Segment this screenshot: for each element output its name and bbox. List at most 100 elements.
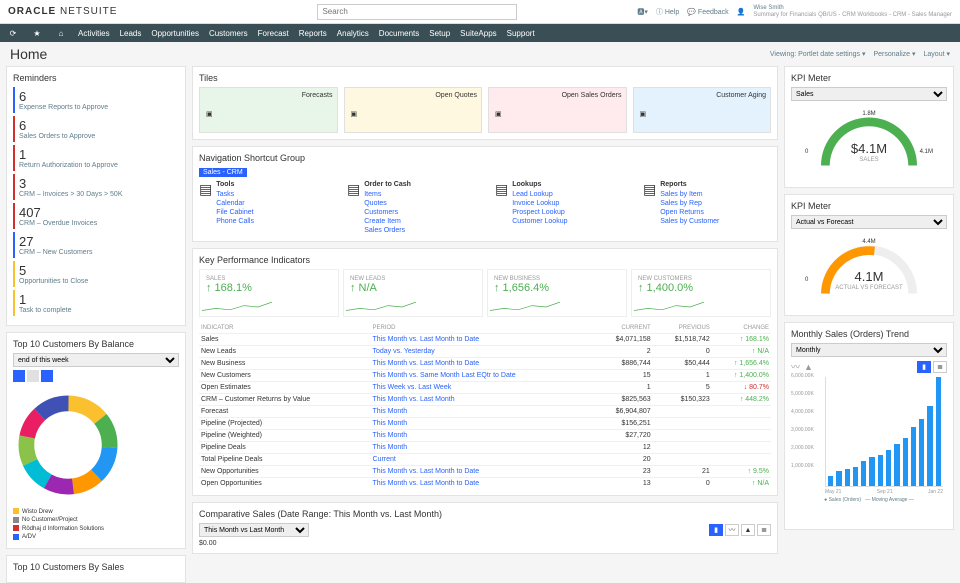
gauge2-top-label: 4.4M (862, 239, 875, 245)
tile-open-quotes[interactable]: Open Quotes▣ (344, 87, 483, 133)
nav-link[interactable]: Open Returns (660, 208, 719, 217)
nav-link[interactable]: Tasks (216, 190, 254, 199)
top10-balance-select[interactable]: end of this week (13, 353, 179, 367)
nav-link[interactable]: Customer Lookup (512, 217, 567, 226)
kpi-row[interactable]: Pipeline DealsThis Month12 (199, 442, 771, 454)
kpi-card[interactable]: Sales↑ 168.1% (199, 269, 339, 317)
nav-link[interactable]: Sales by Item (660, 190, 719, 199)
chart-type-donut-icon[interactable] (13, 370, 25, 382)
kpi-row[interactable]: New BusinessThis Month vs. Last Month to… (199, 358, 771, 370)
trend-bar (853, 467, 858, 486)
reminder-item[interactable]: 407CRM – Overdue Invoices (13, 203, 179, 229)
nav-link[interactable]: Customers (364, 208, 411, 217)
nav-shortcut-tag[interactable]: Sales - CRM (199, 168, 247, 177)
menu-activities[interactable]: Activities (78, 29, 110, 38)
menu-analytics[interactable]: Analytics (337, 29, 369, 38)
top10-balance-portlet: Top 10 Customers By Balance end of this … (6, 332, 186, 549)
nav-link[interactable]: Prospect Lookup (512, 208, 567, 217)
nav-link[interactable]: Calendar (216, 199, 254, 208)
kpi-card[interactable]: New Business↑ 1,656.4% (487, 269, 627, 317)
user-role-block[interactable]: Wise Smith Summary for Financials QB/US … (753, 5, 952, 18)
chart-line-icon[interactable]: 〰 (791, 360, 800, 373)
menu-opportunities[interactable]: Opportunities (151, 29, 199, 38)
nav-link[interactable]: Phone Calls (216, 217, 254, 226)
chart-type-bar-icon[interactable] (27, 370, 39, 382)
kpi-th: Indicator (199, 323, 371, 334)
kpi-row[interactable]: New OpportunitiesThis Month vs. Last Mon… (199, 466, 771, 478)
kpi-th: Period (371, 323, 594, 334)
chart-table-icon[interactable]: ≣ (933, 361, 947, 373)
nav-link[interactable]: Invoice Lookup (512, 199, 567, 208)
kpi-row[interactable]: ForecastThis Month$6,904,807 (199, 406, 771, 418)
nav-link[interactable]: Lead Lookup (512, 190, 567, 199)
menu-reports[interactable]: Reports (299, 29, 327, 38)
menu-leads[interactable]: Leads (120, 29, 142, 38)
reminder-item[interactable]: 3CRM – Invoices > 30 Days > 50K (13, 174, 179, 200)
comparative-sales-select[interactable]: This Month vs Last Month (199, 523, 309, 537)
kpi-card[interactable]: New Customers↑ 1,400.0% (631, 269, 771, 317)
trend-bar (894, 444, 899, 486)
kpi-row[interactable]: New LeadsToday vs. Yesterday20↑ N/A (199, 346, 771, 358)
kpi-row[interactable]: CRM – Customer Returns by ValueThis Mont… (199, 394, 771, 406)
nav-link[interactable]: Create Item (364, 217, 411, 226)
nav-link[interactable]: Items (364, 190, 411, 199)
chart-type-table-icon[interactable]: ≣ (757, 524, 771, 536)
kpi-row[interactable]: SalesThis Month vs. Last Month to Date$4… (199, 334, 771, 346)
menu-documents[interactable]: Documents (379, 29, 419, 38)
reminder-item[interactable]: 6Expense Reports to Approve (13, 87, 179, 113)
reminder-item[interactable]: 27CRM – New Customers (13, 232, 179, 258)
kpi-row[interactable]: Total Pipeline DealsCurrent20 (199, 454, 771, 466)
monthly-trend-select[interactable]: Monthly (791, 343, 947, 357)
nav-link[interactable]: Quotes (364, 199, 411, 208)
help-link[interactable]: ⓘ Help (656, 7, 679, 17)
kpi-card[interactable]: New Leads↑ N/A (343, 269, 483, 317)
nav-col: ▤Order to CashItemsQuotesCustomersCreate… (347, 181, 475, 235)
reminder-item[interactable]: 6Sales Orders to Approve (13, 116, 179, 142)
gauge2-lo-label: 0 (805, 277, 808, 283)
kpi-row[interactable]: Pipeline (Projected)This Month$156,251 (199, 418, 771, 430)
feedback-link[interactable]: 💬 Feedback (687, 8, 728, 16)
reminder-item[interactable]: 1Return Authorization to Approve (13, 145, 179, 171)
global-search-input[interactable] (317, 4, 517, 20)
home-icon[interactable]: ⌂ (54, 29, 68, 38)
nav-link[interactable]: Sales by Customer (660, 217, 719, 226)
kpi-meter-1-select[interactable]: Sales (791, 87, 947, 101)
nav-link[interactable]: Sales Orders (364, 226, 411, 235)
page-title: Home (10, 46, 47, 62)
tile-open-sales-orders[interactable]: Open Sales Orders▣ (488, 87, 627, 133)
tiles-portlet: Tiles Forecasts▣Open Quotes▣Open Sales O… (192, 66, 778, 140)
tile-customer-aging[interactable]: Customer Aging▣ (633, 87, 772, 133)
kpi-row[interactable]: Pipeline (Weighted)This Month$27,720 (199, 430, 771, 442)
user-avatar[interactable]: 👤 (737, 8, 746, 16)
chart-type-line-icon[interactable]: 〰 (725, 524, 739, 536)
page-language-icon[interactable]: 🅰▾ (637, 7, 648, 17)
menu-support[interactable]: Support (507, 29, 535, 38)
reminder-item[interactable]: 1Task to complete (13, 290, 179, 316)
nav-col-icon: ▤ (347, 181, 360, 198)
reminder-item[interactable]: 5Opportunities to Close (13, 261, 179, 287)
menu-suiteapps[interactable]: SuiteApps (460, 29, 496, 38)
chart-bar-icon[interactable]: ▮ (917, 361, 931, 373)
kpi-row[interactable]: Open EstimatesThis Week vs. Last Week15↓… (199, 382, 771, 394)
kpi-row[interactable]: Open OpportunitiesThis Month vs. Last Mo… (199, 478, 771, 490)
chart-type-bar-icon[interactable]: ▮ (709, 524, 723, 536)
tile-forecasts[interactable]: Forecasts▣ (199, 87, 338, 133)
kpi-row[interactable]: New CustomersThis Month vs. Same Month L… (199, 370, 771, 382)
tiles-title: Tiles (199, 73, 771, 83)
chart-refresh-icon[interactable] (41, 370, 53, 382)
personalize-link[interactable]: Personalize ▾ (873, 50, 915, 58)
kpi-th: Current (594, 323, 653, 334)
chart-type-area-icon[interactable]: ▲ (741, 524, 755, 536)
trend-bar (919, 419, 924, 486)
menu-forecast[interactable]: Forecast (258, 29, 289, 38)
star-icon[interactable]: ★ (30, 29, 44, 38)
nav-link[interactable]: Sales by Rep (660, 199, 719, 208)
menu-setup[interactable]: Setup (429, 29, 450, 38)
kpi-meter-2-select[interactable]: Actual vs Forecast (791, 215, 947, 229)
recent-icon[interactable]: ⟳ (6, 29, 20, 38)
chart-area-icon[interactable]: ▲ (804, 362, 813, 372)
layout-link[interactable]: Layout ▾ (924, 50, 950, 58)
nav-link[interactable]: File Cabinet (216, 208, 254, 217)
menu-customers[interactable]: Customers (209, 29, 248, 38)
viewing-settings-link[interactable]: Viewing: Portlet date settings ▾ (770, 50, 866, 58)
